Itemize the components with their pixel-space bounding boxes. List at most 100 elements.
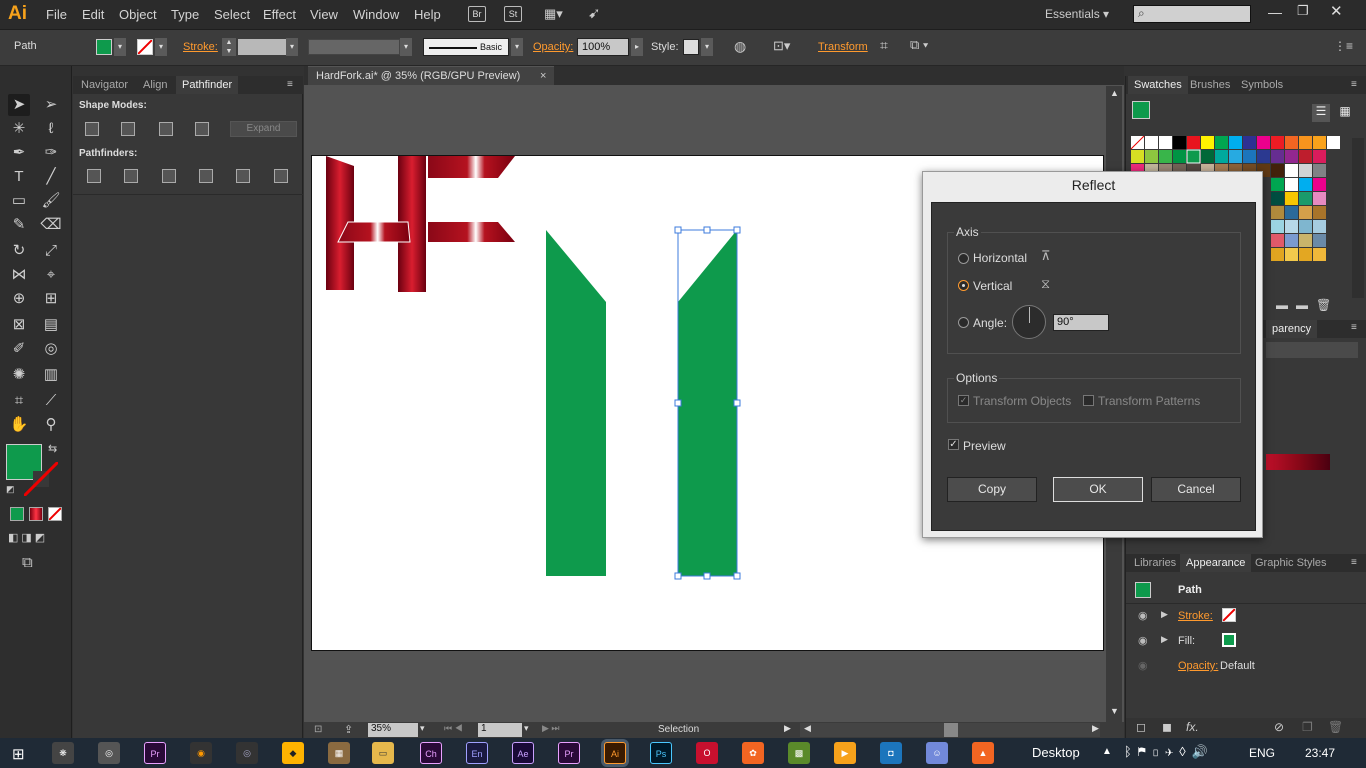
divide-icon[interactable] [87, 169, 101, 183]
tray-expand-icon[interactable]: ▲ [1102, 746, 1112, 757]
pencil-tool-icon[interactable]: ✎ [8, 214, 30, 236]
delete-item-icon[interactable]: 🗑 [1328, 720, 1343, 734]
taskbar-premiere-2-icon[interactable]: Pr [558, 742, 580, 764]
width-tool-icon[interactable]: ⋈ [8, 264, 30, 286]
panel-menu-icon[interactable]: ≡ [287, 79, 293, 90]
taskbar-premiere-icon[interactable]: Pr [144, 742, 166, 764]
taskbar-app2-icon[interactable]: ✿ [742, 742, 764, 764]
free-transform-tool-icon[interactable]: ⌖ [40, 264, 62, 286]
taskbar-minecraft-icon[interactable]: ▩ [788, 742, 810, 764]
taskbar-app-icon[interactable]: ◆ [282, 742, 304, 764]
copy-button[interactable]: Copy [947, 477, 1037, 502]
tab-pathfinder[interactable]: Pathfinder [176, 76, 239, 94]
swatch-actions-icons[interactable]: ▬▬🗑 [1276, 298, 1339, 312]
minus-back-icon[interactable] [274, 169, 288, 183]
lasso-tool-icon[interactable]: ℓ [40, 118, 62, 140]
variable-width-dropdown[interactable]: ▾ [400, 38, 412, 56]
swatches-scrollbar[interactable] [1352, 138, 1364, 298]
fill-expand-icon[interactable]: ▶ [1161, 634, 1168, 645]
workspace-switcher[interactable]: Essentials ▾ [1045, 7, 1109, 21]
tab-graphic-styles[interactable]: Graphic Styles [1249, 554, 1333, 572]
last-artboard-icon[interactable]: ▶ ⏭ [542, 723, 560, 734]
gpu-icon[interactable]: ⊡ [314, 724, 322, 735]
type-tool-icon[interactable]: T [8, 166, 30, 188]
drawing-modes-icon[interactable]: ◧◨◩ [8, 531, 64, 547]
stock-button[interactable]: St [504, 6, 522, 22]
scroll-thumb[interactable] [944, 723, 958, 737]
taskbar-blackberry-icon[interactable]: ❋ [52, 742, 74, 764]
appearance-menu-icon[interactable]: ≡ [1351, 557, 1357, 568]
add-effect-icon[interactable]: fx. [1186, 720, 1199, 734]
appearance-stroke-swatch[interactable] [1222, 608, 1236, 622]
swap-fill-stroke-icon[interactable]: ⇆ [48, 442, 57, 455]
artboard-dropdown[interactable]: ▾ [524, 723, 529, 734]
align-to-icon[interactable]: ⊡▾ [773, 38, 790, 54]
stroke-visibility-icon[interactable]: ◉ [1138, 609, 1148, 622]
taskbar-blender-icon[interactable]: ◉ [190, 742, 212, 764]
control-panel-menu-icon[interactable]: ⋮≡ [1334, 39, 1353, 53]
zoom-dropdown[interactable]: ▾ [420, 723, 425, 734]
tab-symbols[interactable]: Symbols [1235, 76, 1289, 94]
slice-tool-icon[interactable]: ⟋ [40, 390, 62, 412]
duplicate-item-icon[interactable]: ❐ [1302, 720, 1313, 734]
gradient-tool-icon[interactable]: ▤ [40, 314, 62, 336]
scroll-down-icon[interactable]: ▼ [1110, 706, 1119, 716]
swatch-fill-indicator[interactable] [1132, 101, 1150, 119]
transform-objects-checkbox[interactable]: ✓ [958, 395, 969, 406]
arrange-documents-icon[interactable]: ▦▾ [544, 6, 570, 22]
close-button[interactable]: ✕ [1330, 2, 1343, 20]
taskbar-media-icon[interactable]: ▶ [834, 742, 856, 764]
list-view-icon[interactable]: ☰ [1312, 104, 1330, 122]
cancel-button[interactable]: Cancel [1151, 477, 1241, 502]
transform-link[interactable]: Transform [818, 41, 868, 53]
pen-tool-icon[interactable]: ✒ [8, 142, 30, 164]
rectangle-tool-icon[interactable]: ▭ [8, 190, 30, 212]
taskbar-cinema4d-icon[interactable]: ◎ [236, 742, 258, 764]
direct-selection-tool-icon[interactable]: ➢ [40, 94, 62, 116]
style-dropdown[interactable]: ▾ [701, 38, 713, 56]
tray-icons[interactable]: ᛒ⚑▯✈◊🔊 [1124, 744, 1214, 760]
opacity-visibility-icon[interactable]: ◉ [1138, 659, 1148, 672]
crop-icon[interactable] [199, 169, 213, 183]
opacity-field[interactable]: 100% [577, 38, 629, 56]
mesh-tool-icon[interactable]: ⊠ [8, 314, 30, 336]
menu-file[interactable]: File [46, 7, 67, 22]
add-new-fill-icon[interactable]: ◼ [1162, 720, 1172, 734]
menu-window[interactable]: Window [353, 7, 399, 22]
taskbar-photoshop-icon[interactable]: Ps [650, 742, 672, 764]
tab-navigator[interactable]: Navigator [75, 76, 134, 94]
add-new-stroke-icon[interactable]: ◻ [1136, 720, 1146, 734]
menu-object[interactable]: Object [119, 7, 157, 22]
style-swatch[interactable] [683, 39, 699, 55]
shape-options-icon[interactable]: ⧉ ▾ [910, 37, 928, 53]
preview-label[interactable]: Preview [963, 439, 1006, 453]
angle-input[interactable]: 90° [1053, 314, 1109, 331]
stroke-dropdown[interactable]: ▾ [155, 38, 167, 56]
document-tab[interactable]: HardFork.ai* @ 35% (RGB/GPU Preview) × [308, 66, 554, 85]
stroke-swatch[interactable] [137, 39, 153, 55]
transparency-menu-icon[interactable]: ≡ [1351, 322, 1357, 333]
horizontal-radio[interactable] [958, 253, 969, 264]
fill-visibility-icon[interactable]: ◉ [1138, 634, 1148, 647]
language-indicator[interactable]: ENG [1249, 746, 1275, 760]
merge-icon[interactable] [162, 169, 176, 183]
exclude-icon[interactable] [195, 122, 209, 136]
tab-transparency[interactable]: parency [1266, 320, 1318, 338]
rotate-tool-icon[interactable]: ↻ [8, 240, 30, 262]
column-graph-tool-icon[interactable]: ▥ [40, 364, 62, 386]
recolor-artwork-icon[interactable]: ◍ [734, 38, 746, 55]
eyedropper-tool-icon[interactable]: ✐ [8, 338, 30, 360]
ok-button[interactable]: OK [1053, 477, 1143, 502]
menu-effect[interactable]: Effect [263, 7, 296, 22]
trim-icon[interactable] [124, 169, 138, 183]
taskbar-character-animator-icon[interactable]: Ch [420, 742, 442, 764]
scroll-up-icon[interactable]: ▲ [1110, 88, 1119, 98]
artboard-number-field[interactable]: 1 [478, 723, 522, 737]
taskbar-archive-icon[interactable]: ▦ [328, 742, 350, 764]
appearance-fill-swatch[interactable] [1222, 633, 1236, 647]
start-icon[interactable]: ⊞ [12, 745, 25, 763]
angle-dial[interactable] [1012, 305, 1046, 339]
intersect-icon[interactable] [159, 122, 173, 136]
transform-patterns-label[interactable]: Transform Patterns [1098, 394, 1200, 408]
status-menu-arrow[interactable]: ▶ [784, 723, 791, 734]
